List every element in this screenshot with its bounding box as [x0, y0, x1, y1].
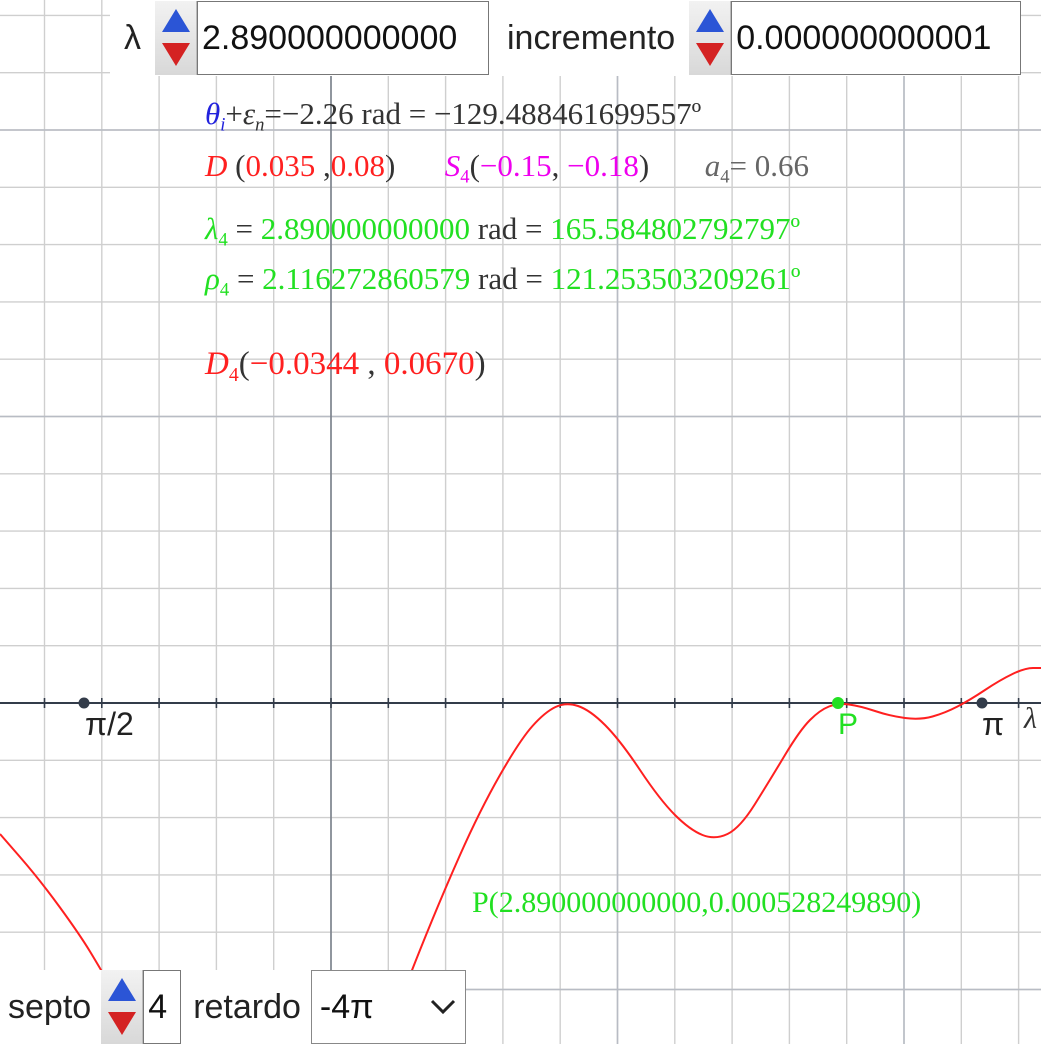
- rho4-line: ρ4 = 2.116272860579 rad = 121.2535032092…: [205, 261, 801, 301]
- retardo-label: retardo: [193, 987, 301, 1026]
- point-p-label: P: [838, 708, 859, 741]
- theta-epsilon-line: θi+εn=−2.26 rad = −129.488461699557º: [205, 96, 702, 136]
- spinner-down-icon[interactable]: [696, 43, 725, 66]
- increment-spinner[interactable]: [689, 1, 732, 75]
- p-coordinates: P(2.890000000000,0.000528249890): [472, 886, 922, 919]
- d-s-a-line: D (0.035 ,0.08) S4(−0.15, −0.18) a4= 0.6…: [205, 148, 809, 188]
- tick-label-pi: π: [982, 706, 1005, 742]
- spinner-up-icon[interactable]: [696, 9, 725, 32]
- spinner-down-icon[interactable]: [162, 43, 190, 66]
- lambda-input[interactable]: 2.890000000000: [197, 1, 489, 75]
- tick-label-half-pi: π/2: [85, 706, 134, 742]
- septo-label: septo: [8, 987, 92, 1026]
- lambda-label: λ: [124, 18, 141, 57]
- spinner-up-icon[interactable]: [108, 978, 137, 1001]
- increment-label: incremento: [507, 18, 676, 57]
- chevron-down-icon[interactable]: [429, 998, 457, 1016]
- lambda4-line: λ4 = 2.890000000000 rad = 165.5848027927…: [205, 211, 801, 251]
- axis-label-lambda: λ: [1024, 702, 1037, 735]
- septo-spinner[interactable]: [101, 970, 144, 1044]
- top-toolbar: λ 2.890000000000 incremento 0.0000000000…: [110, 0, 1022, 76]
- retardo-selected-value: -4π: [319, 987, 374, 1026]
- increment-input[interactable]: 0.000000000001: [731, 1, 1022, 75]
- d4-line: D4(−0.0344 , 0.0670): [205, 346, 486, 386]
- retardo-select[interactable]: -4π: [310, 970, 466, 1044]
- lambda-spinner[interactable]: [155, 1, 197, 75]
- bottom-toolbar: septo 4 retardo -4π: [0, 970, 466, 1044]
- spinner-down-icon[interactable]: [108, 1012, 137, 1035]
- septo-input[interactable]: 4: [143, 970, 182, 1044]
- spinner-up-icon[interactable]: [162, 9, 190, 32]
